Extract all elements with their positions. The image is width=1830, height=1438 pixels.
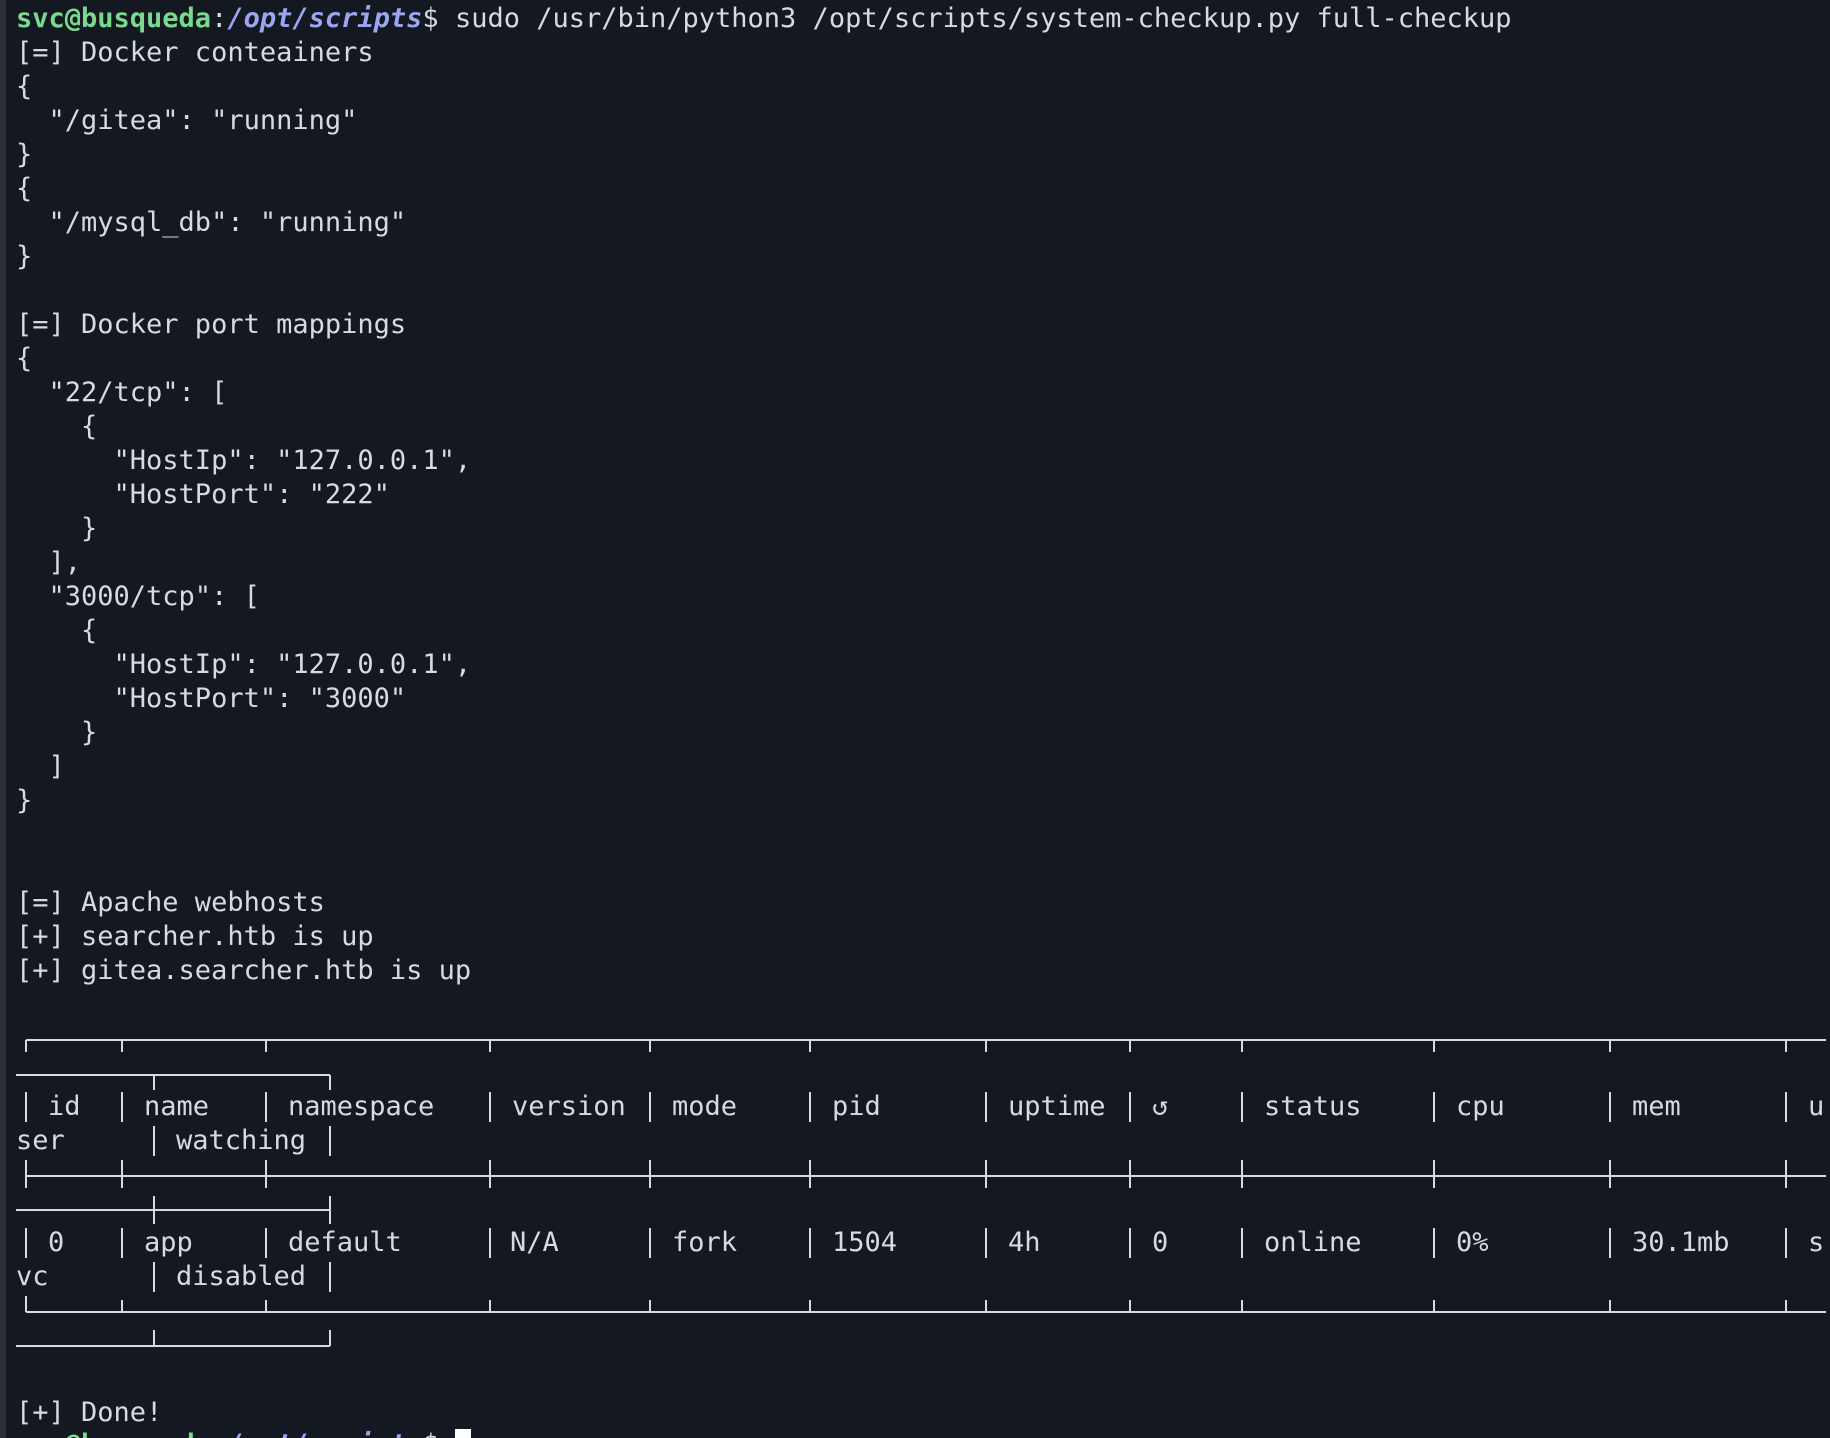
pm2-header-mode: mode [672,1091,738,1122]
terminal-window[interactable]: svc@busqueda:/opt/scripts$ sudo /usr/bin… [0,0,1830,1438]
pm2-header-version: version [512,1091,626,1122]
pm2-header-uptime: uptime [1008,1091,1106,1122]
pm2-cell-restarts: 0 [1152,1227,1169,1258]
pm2-cell-cpu: 0% [1456,1227,1489,1258]
next-prompt-user-host: svc@busqueda [16,1429,211,1438]
pm2-header-user-wrap: ser [16,1125,65,1156]
pm2-cell-uptime: 4h [1008,1227,1041,1258]
pm2-header-cpu: cpu [1456,1091,1505,1122]
done-line: [+] Done! [16,1397,163,1428]
next-prompt-path: /opt/scripts [227,1429,422,1438]
pm2-cell-user-wrap: vc [16,1261,49,1292]
text-cursor [454,1429,471,1438]
pm2-table-borders [0,0,1830,1438]
pm2-cell-watching: disabled [176,1261,307,1292]
pm2-header-mem: mem [1632,1091,1681,1122]
next-prompt-colon: : [211,1429,227,1438]
pm2-header-user: u [1808,1091,1825,1122]
pm2-header-id: id [48,1091,81,1122]
pm2-header-name: name [144,1091,210,1122]
pm2-cell-pid: 1504 [832,1227,898,1258]
pm2-header-watching: watching [176,1125,307,1156]
pm2-cell-mem: 30.1mb [1632,1227,1730,1258]
pm2-header-restarts: ↺ [1152,1091,1169,1122]
next-prompt-line[interactable]: svc@busqueda:/opt/scripts$ [16,1428,471,1438]
pm2-header-status: status [1264,1091,1362,1122]
pm2-cell-name: app [144,1227,193,1258]
pm2-cell-namespace: default [288,1227,402,1258]
pm2-header-pid: pid [832,1091,881,1122]
pm2-cell-version: N/A [510,1227,559,1258]
pm2-cell-status: online [1264,1227,1362,1258]
pm2-cell-mode: fork [672,1227,738,1258]
pm2-table-border-svg [16,1039,1826,1347]
pm2-cell-user: s [1808,1227,1825,1258]
next-prompt-space [439,1429,455,1438]
pm2-header-namespace: namespace [288,1091,435,1122]
next-prompt-symbol: $ [422,1429,438,1438]
pm2-cell-id: 0 [48,1227,65,1258]
